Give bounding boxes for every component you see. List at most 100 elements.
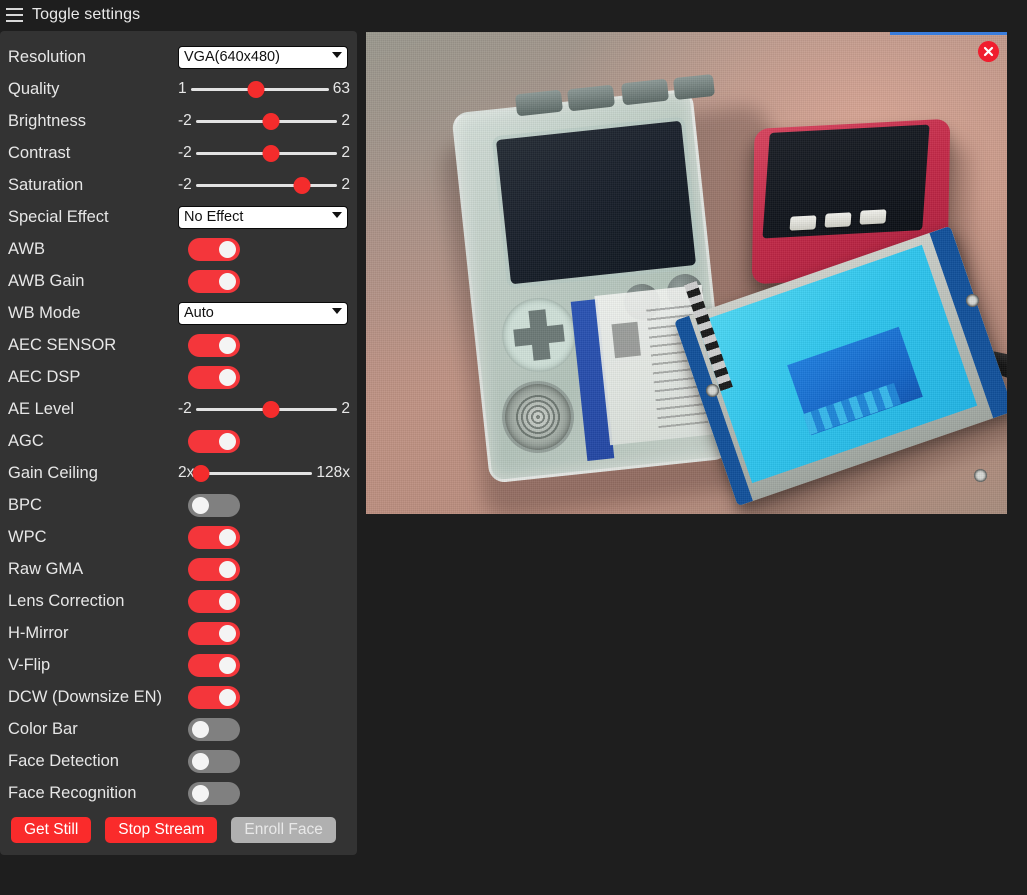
slider-track[interactable] xyxy=(195,113,338,130)
slider-min-label: -2 xyxy=(178,400,192,417)
slider-brightness[interactable]: -2 2 xyxy=(178,112,350,130)
slider-track[interactable] xyxy=(195,177,338,194)
toggle-lens-correction[interactable] xyxy=(188,589,240,613)
setting-control xyxy=(188,233,360,265)
slider-bar xyxy=(198,472,313,475)
sensor-noise-overlay xyxy=(366,32,1007,514)
toggle-settings-label[interactable]: Toggle settings xyxy=(32,6,140,24)
toggle-knob xyxy=(219,240,236,258)
setting-label: WPC xyxy=(8,527,47,546)
toggle-knob xyxy=(219,656,236,674)
setting-control xyxy=(188,585,360,617)
slider-track[interactable] xyxy=(195,145,338,162)
setting-row-raw-gma: Raw GMA xyxy=(0,553,357,585)
slider-ae-level[interactable]: -2 2 xyxy=(178,400,350,418)
close-icon[interactable] xyxy=(978,41,999,62)
settings-panel: Resolution VGA(640x480) Quality 1 63 Brightne… xyxy=(0,31,357,855)
toggle-awb-gain[interactable] xyxy=(188,269,240,293)
slider-track[interactable] xyxy=(190,81,329,98)
setting-label: Quality xyxy=(8,79,60,98)
select-resolution[interactable]: VGA(640x480) xyxy=(178,45,348,69)
toggle-face-recognition[interactable] xyxy=(188,781,240,805)
setting-control xyxy=(188,329,360,361)
slider-contrast[interactable]: -2 2 xyxy=(178,144,350,162)
setting-label: Gain Ceiling xyxy=(8,463,98,482)
slider-knob[interactable] xyxy=(262,113,280,130)
setting-row-bpc: BPC xyxy=(0,489,357,521)
setting-row-color-bar: Color Bar xyxy=(0,713,357,745)
toggle-knob xyxy=(219,624,236,642)
slider-max-label: 2 xyxy=(341,176,350,193)
setting-row-face-detection: Face Detection xyxy=(0,745,357,777)
dropdown-wrapper: No Effect xyxy=(178,205,348,229)
toggle-aec-sensor[interactable] xyxy=(188,333,240,357)
setting-control xyxy=(188,361,360,393)
toggle-v-flip[interactable] xyxy=(188,653,240,677)
stream-container xyxy=(366,32,1007,514)
setting-control: Auto xyxy=(178,297,350,329)
setting-control xyxy=(188,617,360,649)
toggle-knob xyxy=(219,592,236,610)
settings-rows: Resolution VGA(640x480) Quality 1 63 Brightne… xyxy=(0,41,357,809)
toggle-dcw-downsize-en[interactable] xyxy=(188,685,240,709)
slider-knob[interactable] xyxy=(192,465,210,482)
toggle-aec-dsp[interactable] xyxy=(188,365,240,389)
setting-label: WB Mode xyxy=(8,303,81,322)
toggle-raw-gma[interactable] xyxy=(188,557,240,581)
slider-knob[interactable] xyxy=(247,81,265,98)
hamburger-icon[interactable] xyxy=(6,8,23,22)
slider-knob[interactable] xyxy=(293,177,311,194)
setting-label: V-Flip xyxy=(8,655,51,674)
setting-control xyxy=(188,745,360,777)
slider-track[interactable] xyxy=(192,465,313,482)
setting-row-face-recognition: Face Recognition xyxy=(0,777,357,809)
toggle-wpc[interactable] xyxy=(188,525,240,549)
dropdown-wrapper: VGA(640x480) xyxy=(178,45,348,69)
setting-label: Color Bar xyxy=(8,719,78,738)
stop-stream-button[interactable]: Stop Stream xyxy=(105,817,218,843)
setting-control xyxy=(188,681,360,713)
toggle-knob xyxy=(219,560,236,578)
slider-bar xyxy=(195,184,338,187)
setting-row-aec-dsp: AEC DSP xyxy=(0,361,357,393)
toggle-awb[interactable] xyxy=(188,237,240,261)
toggle-knob xyxy=(219,432,236,450)
slider-knob[interactable] xyxy=(262,145,280,162)
slider-max-label: 128x xyxy=(316,464,350,481)
toggle-h-mirror[interactable] xyxy=(188,621,240,645)
toggle-agc[interactable] xyxy=(188,429,240,453)
select-special-effect[interactable]: No Effect xyxy=(178,205,348,229)
setting-label: AWB Gain xyxy=(8,271,85,290)
setting-control: VGA(640x480) xyxy=(178,41,350,73)
toggle-color-bar[interactable] xyxy=(188,717,240,741)
dropdown-wrapper: Auto xyxy=(178,301,348,325)
setting-label: Resolution xyxy=(8,47,86,66)
toggle-knob xyxy=(192,784,209,802)
toggle-face-detection[interactable] xyxy=(188,749,240,773)
setting-row-brightness: Brightness -2 2 xyxy=(0,105,357,137)
toggle-knob xyxy=(192,496,209,514)
setting-row-agc: AGC xyxy=(0,425,357,457)
slider-track[interactable] xyxy=(195,401,338,418)
setting-control: No Effect xyxy=(178,201,350,233)
setting-control xyxy=(188,489,360,521)
action-buttons: Get Still Stop Stream Enroll Face xyxy=(0,817,357,843)
setting-control xyxy=(188,713,360,745)
setting-row-lens-correction: Lens Correction xyxy=(0,585,357,617)
select-wb-mode[interactable]: Auto xyxy=(178,301,348,325)
slider-gain-ceiling[interactable]: 2x 128x xyxy=(178,464,350,482)
stream-top-blue-line xyxy=(890,32,1007,35)
toggle-bpc[interactable] xyxy=(188,493,240,517)
top-bar: Toggle settings xyxy=(0,0,1027,30)
setting-row-special-effect: Special Effect No Effect xyxy=(0,201,357,233)
camera-stream-image[interactable] xyxy=(366,32,1007,514)
slider-saturation[interactable]: -2 2 xyxy=(178,176,350,194)
setting-control: -2 2 xyxy=(178,137,350,169)
setting-control xyxy=(188,521,360,553)
get-still-button[interactable]: Get Still xyxy=(11,817,92,843)
setting-row-resolution: Resolution VGA(640x480) xyxy=(0,41,357,73)
slider-quality[interactable]: 1 63 xyxy=(178,80,350,98)
toggle-knob xyxy=(219,368,236,386)
enroll-face-button[interactable]: Enroll Face xyxy=(231,817,336,843)
slider-knob[interactable] xyxy=(262,401,280,418)
